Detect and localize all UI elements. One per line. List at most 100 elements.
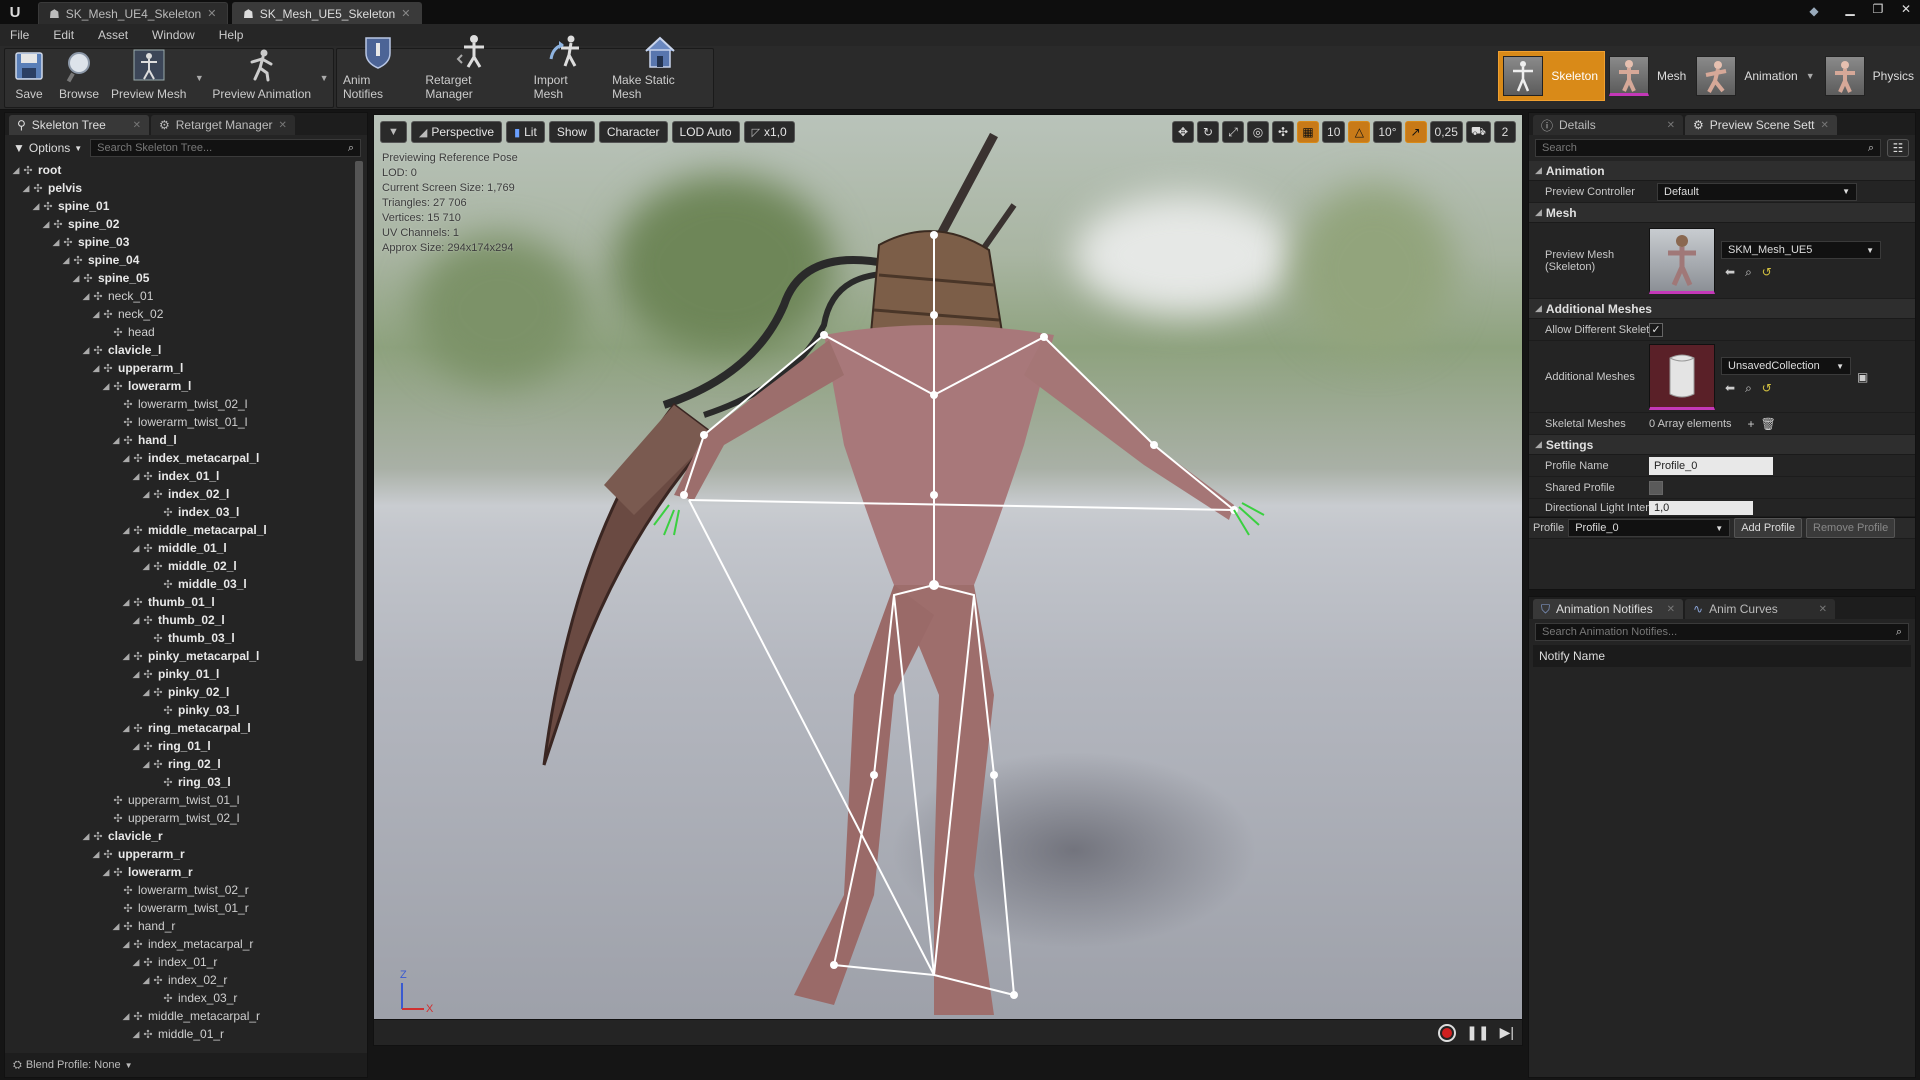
perspective-button[interactable]: ◢ Perspective (410, 121, 503, 143)
add-profile-button[interactable]: Add Profile (1734, 518, 1802, 538)
expand-arrow-icon[interactable]: ◢ (131, 615, 141, 626)
delete-icon[interactable]: 🗑 (1761, 417, 1776, 431)
expand-arrow-icon[interactable]: ◢ (121, 1011, 131, 1022)
expand-arrow-icon[interactable]: ◢ (121, 525, 131, 536)
viewport-options-button[interactable]: ▼ (380, 121, 407, 143)
bone-row[interactable]: ◢ ✣ middle_01_r (7, 1025, 351, 1043)
bone-row[interactable]: ✣ upperarm_twist_02_l (7, 809, 351, 827)
bone-row[interactable]: ◢ ✣ hand_r (7, 917, 351, 935)
bone-row[interactable]: ✣ lowerarm_twist_01_r (7, 899, 351, 917)
pause-button[interactable]: ❚❚ (1466, 1024, 1489, 1041)
notifies-search-input[interactable]: Search Animation Notifies... ⌕ (1535, 623, 1909, 641)
bone-row[interactable]: ◢ ✣ index_metacarpal_r (7, 935, 351, 953)
bone-row[interactable]: ◢ ✣ index_01_r (7, 953, 351, 971)
expand-arrow-icon[interactable]: ◢ (101, 381, 111, 392)
preview-mesh-button[interactable]: Preview Mesh (105, 49, 192, 107)
close-icon[interactable]: ✕ (207, 7, 216, 20)
scale-icon[interactable]: ⤢ (1222, 121, 1245, 143)
save-button[interactable]: Save (5, 49, 53, 107)
expand-arrow-icon[interactable]: ◢ (131, 741, 141, 752)
browse-asset-icon[interactable]: ⌕ (1745, 265, 1752, 280)
bone-row[interactable]: ✣ lowerarm_twist_02_r (7, 881, 351, 899)
bone-row[interactable]: ✣ head (7, 323, 351, 341)
bone-row[interactable]: ◢ ✣ clavicle_r (7, 827, 351, 845)
mode-animation[interactable]: Animation ▼ (1692, 51, 1820, 101)
expand-arrow-icon[interactable]: ◢ (81, 345, 91, 356)
category-mesh[interactable]: ◢ Mesh (1529, 203, 1915, 223)
bone-row[interactable]: ✣ pinky_03_l (7, 701, 351, 719)
bone-row[interactable]: ✣ upperarm_twist_01_l (7, 791, 351, 809)
expand-arrow-icon[interactable]: ◢ (141, 687, 151, 698)
expand-arrow-icon[interactable]: ◢ (91, 309, 101, 320)
expand-arrow-icon[interactable]: ◢ (131, 543, 141, 554)
record-button[interactable] (1438, 1023, 1457, 1042)
browse-button[interactable]: Browse (53, 49, 105, 107)
category-settings[interactable]: ◢ Settings (1529, 435, 1915, 455)
maximize-button[interactable]: ❐ (1864, 0, 1892, 18)
expand-arrow-icon[interactable]: ◢ (111, 435, 121, 446)
save-collection-icon[interactable]: ▣ (1857, 370, 1868, 384)
bone-row[interactable]: ◢ ✣ middle_metacarpal_r (7, 1007, 351, 1025)
lod-button[interactable]: LOD Auto (671, 121, 740, 143)
notify-name-column-header[interactable]: Notify Name (1533, 645, 1911, 667)
bone-row[interactable]: ◢ ✣ pelvis (7, 179, 351, 197)
bone-row[interactable]: ◢ ✣ hand_l (7, 431, 351, 449)
minimize-button[interactable]: ▁ (1836, 0, 1864, 18)
category-additional-meshes[interactable]: ◢ Additional Meshes (1529, 299, 1915, 319)
expand-arrow-icon[interactable]: ◢ (61, 255, 71, 266)
grid-size-value[interactable]: 10 (1322, 121, 1346, 143)
use-selected-asset-icon[interactable]: ⬅ (1725, 265, 1735, 280)
expand-arrow-icon[interactable]: ◢ (121, 651, 131, 662)
expand-arrow-icon[interactable]: ◢ (81, 291, 91, 302)
show-button[interactable]: Show (548, 121, 595, 143)
expand-arrow-icon[interactable]: ◢ (91, 363, 101, 374)
bone-row[interactable]: ◢ ✣ thumb_02_l (7, 611, 351, 629)
details-search-input[interactable]: Search ⌕ (1535, 139, 1881, 157)
preview-viewport[interactable]: ▼ ◢ Perspective ▮ Lit Show Character LOD A… (373, 114, 1523, 1046)
close-icon[interactable]: ✕ (401, 7, 410, 20)
close-icon[interactable]: ✕ (1667, 120, 1675, 131)
expand-arrow-icon[interactable]: ◢ (141, 489, 151, 500)
bone-row[interactable]: ✣ lowerarm_twist_01_l (7, 413, 351, 431)
translate-icon[interactable]: ✥ (1172, 121, 1195, 143)
expand-arrow-icon[interactable]: ◢ (131, 957, 141, 968)
chevron-down-icon[interactable]: ▼ (317, 49, 331, 107)
scale-snap-value[interactable]: 0,25 (1429, 121, 1463, 143)
allow-different-skeletons-checkbox[interactable]: ✓ (1649, 322, 1663, 337)
notification-icon[interactable]: ◆ (1804, 2, 1824, 20)
bone-row[interactable]: ◢ ✣ index_01_l (7, 467, 351, 485)
bone-row[interactable]: ◢ ✣ ring_02_l (7, 755, 351, 773)
expand-arrow-icon[interactable]: ◢ (121, 723, 131, 734)
tree-scrollbar[interactable] (355, 161, 363, 661)
camera-speed-value[interactable]: 2 (1494, 121, 1516, 143)
playback-speed-button[interactable]: ◸ x1,0 (743, 121, 795, 143)
expand-arrow-icon[interactable]: ◢ (91, 849, 101, 860)
expand-arrow-icon[interactable]: ◢ (111, 921, 121, 932)
profile-name-input[interactable]: Profile_0 (1649, 456, 1773, 475)
bone-row[interactable]: ◢ ✣ spine_01 (7, 197, 351, 215)
close-icon[interactable]: ✕ (1667, 604, 1675, 615)
tab-animation-notifies[interactable]: ⛉ Animation Notifies ✕ (1533, 599, 1683, 619)
directional-light-input[interactable]: 1,0 (1649, 500, 1753, 515)
expand-arrow-icon[interactable]: ◢ (141, 561, 151, 572)
additional-meshes-thumbnail[interactable] (1649, 343, 1715, 410)
lit-button[interactable]: ▮ Lit (506, 121, 545, 143)
expand-arrow-icon[interactable]: ◢ (121, 939, 131, 950)
close-icon[interactable]: ✕ (1820, 120, 1828, 131)
bone-row[interactable]: ✣ index_03_r (7, 989, 351, 1007)
shared-profile-checkbox[interactable] (1649, 480, 1663, 495)
bone-row[interactable]: ✣ thumb_03_l (7, 629, 351, 647)
rotation-snap-value[interactable]: 10° (1373, 121, 1402, 143)
remove-profile-button[interactable]: Remove Profile (1806, 518, 1896, 538)
bone-row[interactable]: ◢ ✣ pinky_02_l (7, 683, 351, 701)
menu-file[interactable]: File (10, 28, 29, 42)
tab-details[interactable]: ⓘ Details ✕ (1533, 115, 1683, 135)
doc-tab-ue5-skeleton[interactable]: ☗ SK_Mesh_UE5_Skeleton ✕ (232, 2, 422, 24)
chevron-down-icon[interactable]: ▼ (1806, 71, 1815, 81)
bone-row[interactable]: ◢ ✣ spine_04 (7, 251, 351, 269)
expand-arrow-icon[interactable]: ◢ (41, 219, 51, 230)
bone-row[interactable]: ✣ index_03_l (7, 503, 351, 521)
expand-arrow-icon[interactable]: ◢ (101, 867, 111, 878)
expand-arrow-icon[interactable]: ◢ (141, 975, 151, 986)
expand-arrow-icon[interactable]: ◢ (51, 237, 61, 248)
